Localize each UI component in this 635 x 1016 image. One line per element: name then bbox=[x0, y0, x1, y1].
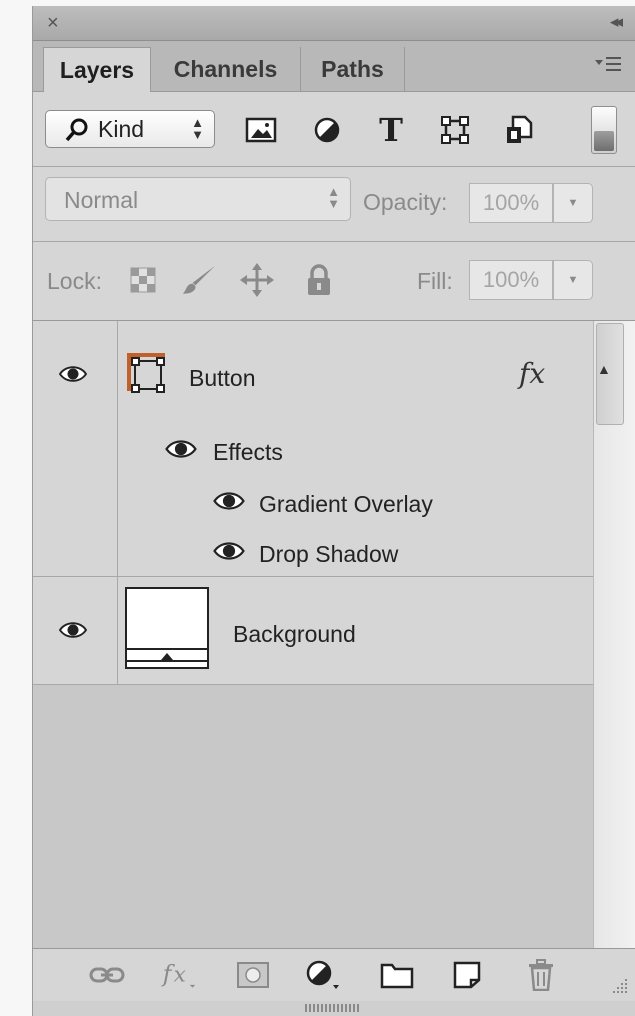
stepper-icon: ▲ ▼ bbox=[327, 184, 340, 211]
opacity-input[interactable]: 100% bbox=[469, 183, 553, 223]
filter-toggle-switch[interactable] bbox=[591, 106, 617, 154]
tab-label: Layers bbox=[59, 56, 135, 83]
eye-icon[interactable] bbox=[58, 365, 88, 383]
shape-layer-thumbnail bbox=[125, 351, 167, 398]
new-layer-icon[interactable] bbox=[449, 959, 485, 991]
add-layer-style-icon[interactable]: fx bbox=[161, 959, 197, 991]
add-mask-icon[interactable] bbox=[235, 959, 271, 991]
lock-row: Lock: Fill: 100% ▼ bbox=[33, 242, 635, 321]
visibility-column bbox=[33, 321, 118, 576]
layer-row-button[interactable]: Button fx Effects Gradient Overlay Drop … bbox=[33, 321, 593, 577]
panel-menu-icon[interactable] bbox=[595, 55, 621, 79]
filter-row: Kind ▲ ▼ T bbox=[33, 92, 635, 167]
layers-panel: × ◂◂ Layers Channels Paths Kind ▲ ▼ T No… bbox=[32, 6, 635, 1016]
type-filter-icon[interactable]: T bbox=[373, 111, 409, 149]
lock-transparency-icon[interactable] bbox=[125, 262, 161, 298]
eye-icon[interactable] bbox=[165, 439, 197, 464]
stepper-icon: ▲ ▼ bbox=[191, 115, 204, 142]
scroll-up-arrow-icon[interactable]: ▲ bbox=[597, 361, 611, 377]
close-icon[interactable]: × bbox=[47, 12, 59, 35]
visibility-column bbox=[33, 577, 118, 684]
opacity-label: Opacity: bbox=[363, 189, 448, 215]
link-layers-icon[interactable] bbox=[89, 959, 125, 991]
grip-lines-icon bbox=[305, 1004, 361, 1012]
eye-icon[interactable] bbox=[213, 541, 245, 566]
new-adjustment-layer-icon[interactable] bbox=[305, 959, 341, 991]
resize-grip-icon[interactable] bbox=[611, 977, 629, 995]
tab-label: Paths bbox=[321, 55, 384, 82]
svg-text:x: x bbox=[174, 962, 186, 987]
lock-position-icon[interactable] bbox=[239, 262, 275, 298]
scrollbar[interactable]: ▲ bbox=[593, 321, 635, 948]
layer-row-background[interactable]: Background bbox=[33, 577, 593, 685]
panel-resize-handle[interactable] bbox=[33, 1001, 635, 1016]
effect-drop-shadow[interactable]: Drop Shadow bbox=[259, 541, 398, 568]
panel-titlebar: × ◂◂ bbox=[33, 6, 635, 41]
tab-channels[interactable]: Channels bbox=[151, 47, 301, 91]
collapse-icon[interactable]: ◂◂ bbox=[610, 12, 623, 32]
blend-row: Normal ▲ ▼ Opacity: 100% ▼ bbox=[33, 167, 635, 242]
effects-label[interactable]: Effects bbox=[213, 439, 283, 466]
fill-dropdown-icon[interactable]: ▼ bbox=[553, 260, 593, 300]
blend-mode-value: Normal bbox=[64, 187, 139, 213]
tab-layers[interactable]: Layers bbox=[43, 47, 151, 92]
lock-pixels-icon[interactable] bbox=[181, 262, 217, 298]
layer-name[interactable]: Button bbox=[189, 365, 256, 392]
delete-layer-icon[interactable] bbox=[523, 959, 559, 991]
blend-mode-select[interactable]: Normal ▲ ▼ bbox=[45, 177, 351, 221]
image-filter-icon[interactable] bbox=[243, 112, 279, 148]
layers-empty-area[interactable] bbox=[33, 685, 593, 948]
tab-strip: Layers Channels Paths bbox=[33, 41, 635, 92]
search-icon bbox=[64, 117, 90, 143]
tab-label: Channels bbox=[173, 55, 278, 82]
smart-object-filter-icon[interactable] bbox=[501, 112, 537, 148]
panel-bottom-bar: fx bbox=[33, 948, 635, 1002]
effect-gradient-overlay[interactable]: Gradient Overlay bbox=[259, 491, 433, 518]
fx-icon[interactable]: fx bbox=[519, 357, 545, 390]
eye-icon[interactable] bbox=[58, 621, 88, 639]
toggle-knob bbox=[594, 131, 614, 151]
new-group-icon[interactable] bbox=[379, 959, 415, 991]
opacity-dropdown-icon[interactable]: ▼ bbox=[553, 183, 593, 223]
fill-label: Fill: bbox=[417, 268, 453, 294]
background-thumbnail bbox=[125, 587, 209, 674]
layers-list: Button fx Effects Gradient Overlay Drop … bbox=[33, 321, 593, 685]
lock-all-icon[interactable] bbox=[301, 262, 337, 298]
eye-icon[interactable] bbox=[213, 491, 245, 516]
layer-name[interactable]: Background bbox=[233, 621, 356, 648]
tab-paths[interactable]: Paths bbox=[301, 47, 405, 91]
adjustment-filter-icon[interactable] bbox=[309, 112, 345, 148]
kind-label: Kind bbox=[98, 116, 145, 142]
kind-filter-select[interactable]: Kind ▲ ▼ bbox=[45, 110, 215, 148]
shape-filter-icon[interactable] bbox=[437, 112, 473, 148]
fill-input[interactable]: 100% bbox=[469, 260, 553, 300]
lock-label: Lock: bbox=[47, 268, 102, 294]
